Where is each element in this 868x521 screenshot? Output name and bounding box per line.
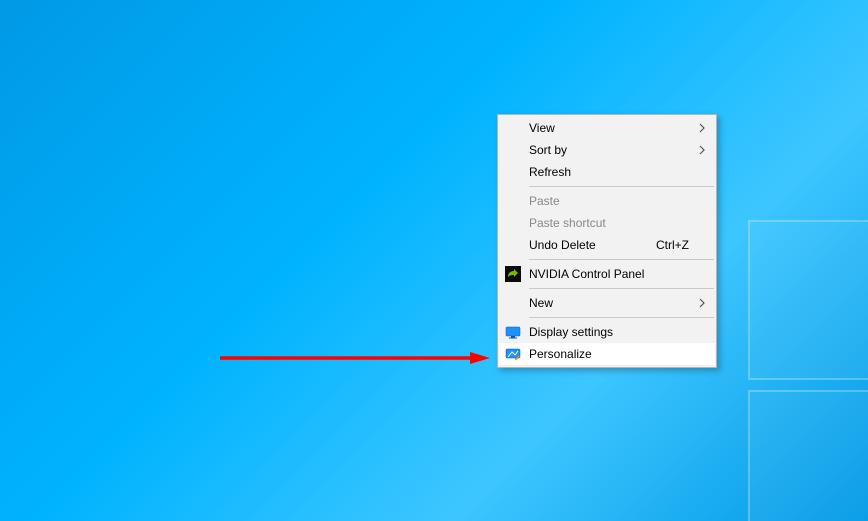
menu-separator xyxy=(529,186,714,187)
menu-label: Paste shortcut xyxy=(529,216,689,230)
menu-label: Sort by xyxy=(529,143,689,157)
desktop-background[interactable]: View Sort by Refresh Paste Paste shortcu… xyxy=(0,0,868,521)
menu-item-nvidia-control-panel[interactable]: NVIDIA Control Panel xyxy=(499,263,715,285)
menu-label: New xyxy=(529,296,689,310)
menu-separator xyxy=(529,259,714,260)
menu-label: Undo Delete xyxy=(529,238,656,252)
menu-label: View xyxy=(529,121,689,135)
menu-label: Personalize xyxy=(529,347,689,361)
annotation-arrow-icon xyxy=(220,352,490,364)
menu-item-display-settings[interactable]: Display settings xyxy=(499,321,715,343)
menu-item-paste: Paste xyxy=(499,190,715,212)
menu-item-sort-by[interactable]: Sort by xyxy=(499,139,715,161)
menu-label: NVIDIA Control Panel xyxy=(529,267,689,281)
menu-shortcut: Ctrl+Z xyxy=(656,238,689,252)
menu-label: Paste xyxy=(529,194,689,208)
menu-label: Refresh xyxy=(529,165,689,179)
menu-label: Display settings xyxy=(529,325,689,339)
menu-item-personalize[interactable]: Personalize xyxy=(499,343,715,365)
display-settings-icon xyxy=(505,324,521,340)
chevron-right-icon xyxy=(699,123,705,133)
menu-item-paste-shortcut: Paste shortcut xyxy=(499,212,715,234)
menu-item-undo-delete[interactable]: Undo Delete Ctrl+Z xyxy=(499,234,715,256)
desktop-context-menu: View Sort by Refresh Paste Paste shortcu… xyxy=(497,114,717,368)
wallpaper-decor xyxy=(748,390,868,521)
chevron-right-icon xyxy=(699,145,705,155)
menu-item-new[interactable]: New xyxy=(499,292,715,314)
menu-item-view[interactable]: View xyxy=(499,117,715,139)
menu-separator xyxy=(529,288,714,289)
menu-item-refresh[interactable]: Refresh xyxy=(499,161,715,183)
menu-separator xyxy=(529,317,714,318)
personalize-icon xyxy=(505,346,521,362)
wallpaper-decor xyxy=(748,220,868,380)
chevron-right-icon xyxy=(699,298,705,308)
nvidia-icon xyxy=(505,266,521,282)
